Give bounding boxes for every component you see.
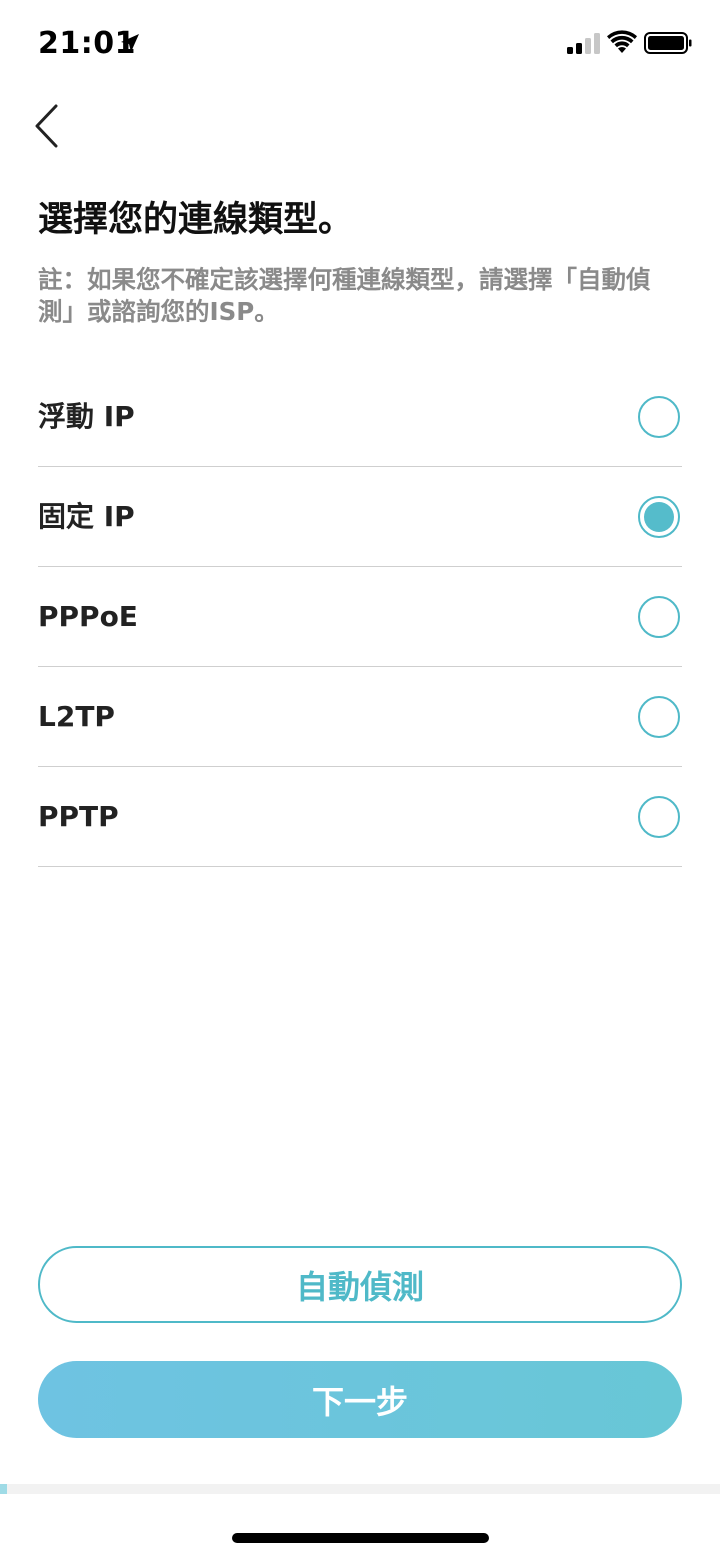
progress-fill bbox=[0, 1484, 7, 1494]
bottom-area bbox=[0, 1484, 720, 1559]
next-button[interactable]: 下一步 bbox=[38, 1361, 682, 1438]
option-pptp[interactable]: PPTP bbox=[38, 767, 682, 867]
radio-button[interactable] bbox=[638, 696, 680, 738]
radio-button[interactable] bbox=[638, 796, 680, 838]
status-bar: 21:01 bbox=[0, 0, 720, 88]
location-arrow-icon bbox=[121, 34, 139, 52]
option-label: 浮動 IP bbox=[38, 400, 135, 433]
page-title: 選擇您的連線類型。 bbox=[38, 200, 354, 240]
screen: 21:01 選擇您的連線類型。 註：如果您不確定該選擇何種連線類型，請選擇「自動… bbox=[0, 0, 720, 1559]
connection-type-list: 浮動 IP 固定 IP PPPoE L2TP PPTP bbox=[38, 367, 682, 867]
option-label: L2TP bbox=[38, 700, 115, 733]
radio-button-selected[interactable] bbox=[638, 496, 680, 538]
cellular-signal-icon bbox=[567, 33, 600, 54]
chevron-left-icon bbox=[35, 104, 58, 148]
option-dynamic-ip[interactable]: 浮動 IP bbox=[38, 367, 682, 467]
option-l2tp[interactable]: L2TP bbox=[38, 667, 682, 767]
option-label: PPPoE bbox=[38, 600, 138, 633]
progress-track bbox=[0, 1484, 720, 1494]
option-pppoe[interactable]: PPPoE bbox=[38, 567, 682, 667]
home-indicator[interactable] bbox=[232, 1533, 489, 1543]
back-button[interactable] bbox=[28, 100, 68, 152]
option-label: PPTP bbox=[38, 800, 119, 833]
wifi-icon bbox=[607, 30, 637, 53]
radio-button[interactable] bbox=[638, 596, 680, 638]
option-static-ip[interactable]: 固定 IP bbox=[38, 467, 682, 567]
option-label: 固定 IP bbox=[38, 500, 135, 533]
auto-detect-button[interactable]: 自動偵測 bbox=[38, 1246, 682, 1323]
page-note: 註：如果您不確定該選擇何種連線類型，請選擇「自動偵測」或諮詢您的ISP。 bbox=[38, 265, 651, 326]
battery-icon bbox=[644, 32, 692, 54]
radio-button[interactable] bbox=[638, 396, 680, 438]
